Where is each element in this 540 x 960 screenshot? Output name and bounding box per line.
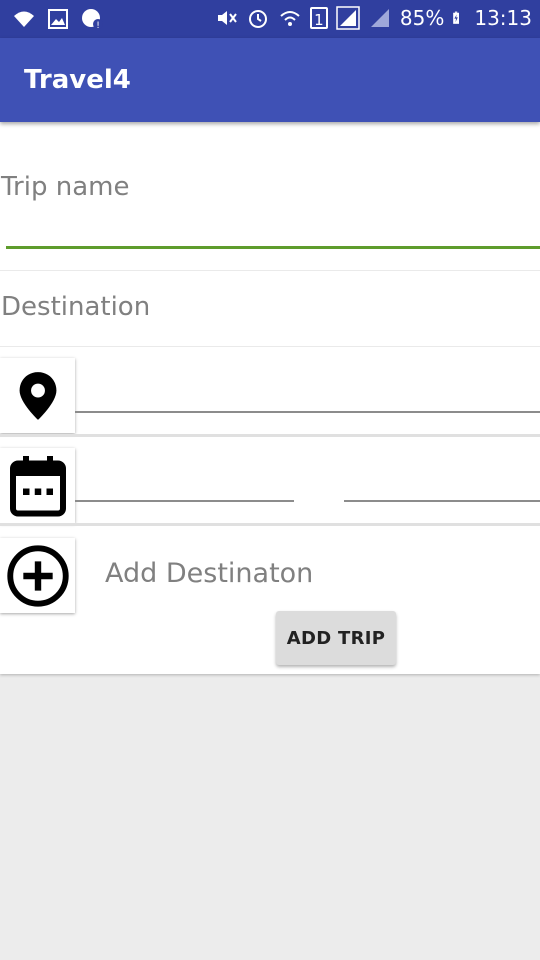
status-bar: ! 1 85% 13:13 xyxy=(0,0,540,38)
calendar-icon xyxy=(9,455,66,516)
battery-percent: 85% xyxy=(399,6,445,30)
divider xyxy=(0,346,540,347)
mute-icon xyxy=(217,11,237,25)
add-trip-button[interactable]: ADD TRIP xyxy=(276,611,396,665)
status-right-icons: 1 85% 13:13 xyxy=(214,6,532,30)
map-pin-icon xyxy=(19,371,56,420)
end-date-input[interactable] xyxy=(344,500,540,502)
signal-icon xyxy=(336,6,360,30)
wifi-calling-icon xyxy=(280,11,300,26)
sim-icon: 1 xyxy=(309,7,328,29)
battery-charging-icon xyxy=(453,11,460,24)
calendar-button[interactable] xyxy=(0,448,75,523)
app-title: Travel4 xyxy=(24,65,131,95)
trip-name-field[interactable]: Trip name xyxy=(1,172,129,202)
destination-label: Destination xyxy=(1,292,151,322)
status-left-icons: ! xyxy=(12,7,104,31)
image-icon xyxy=(48,9,68,29)
add-destination-button[interactable] xyxy=(0,538,75,613)
trip-name-underline xyxy=(6,246,540,249)
row-separator xyxy=(0,434,540,437)
app-bar: Travel4 xyxy=(0,38,540,122)
location-button[interactable] xyxy=(0,358,75,433)
trip-form: Trip name Destination Add Destinaton ADD… xyxy=(0,122,540,674)
chat-icon: ! xyxy=(82,9,103,31)
signal-icon xyxy=(370,9,389,27)
clock: 13:13 xyxy=(474,6,532,30)
row-separator xyxy=(0,523,540,526)
wifi-icon xyxy=(14,11,34,27)
divider xyxy=(0,270,540,271)
add-destination-label[interactable]: Add Destinaton xyxy=(105,558,313,589)
location-input[interactable] xyxy=(75,411,540,413)
add-circle-icon xyxy=(6,544,69,607)
alarm-icon xyxy=(248,10,267,28)
svg-text:!: ! xyxy=(96,21,100,31)
start-date-input[interactable] xyxy=(75,500,294,502)
